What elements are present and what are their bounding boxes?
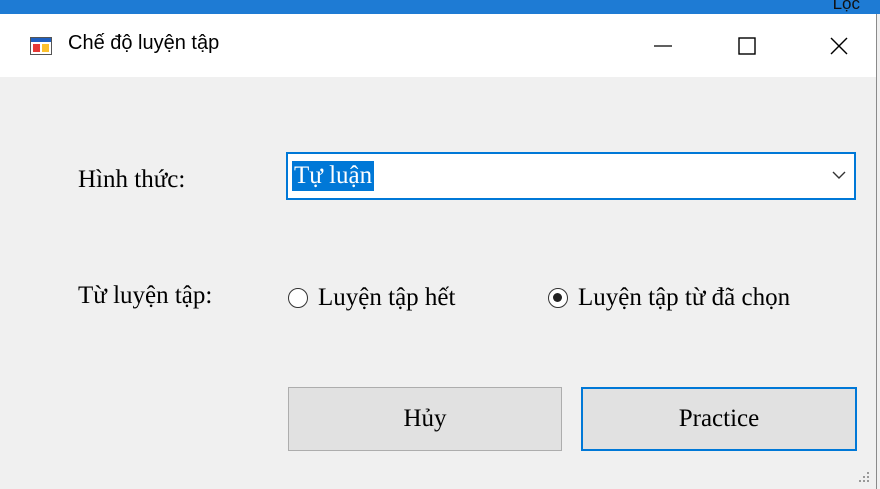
- radio-circle-unchecked[interactable]: [288, 288, 308, 308]
- close-icon: [830, 37, 848, 54]
- radio-label-luyen-tap-tu-da-chon: Luyện tập từ đã chọn: [578, 284, 791, 311]
- background-app-text: Lọc: [832, 0, 860, 13]
- minimize-button[interactable]: [634, 14, 692, 77]
- window-title: Chế độ luyện tập: [68, 32, 220, 54]
- hinhthuc-dropdown[interactable]: Tự luận: [286, 152, 856, 200]
- radio-luyen-tap-tu-da-chon[interactable]: Luyện tập từ đã chọn: [548, 283, 790, 313]
- close-button[interactable]: [810, 14, 868, 77]
- resize-grip-icon[interactable]: [858, 471, 870, 483]
- radio-dot: [553, 293, 562, 302]
- title-bar[interactable]: Chế độ luyện tập: [0, 14, 876, 77]
- radio-label-luyen-tap-het: Luyện tập hết: [318, 284, 456, 311]
- tuluyentap-label: Từ luyện tập:: [78, 282, 213, 309]
- chevron-down-icon: [832, 171, 846, 179]
- background-app-strip: Lọc: [0, 0, 880, 14]
- hinhthuc-selected-value: Tự luận: [292, 161, 375, 191]
- dialog-window: Chế độ luyện tập Hình thức: Tự luận Từ l…: [0, 14, 877, 489]
- maximize-button[interactable]: [718, 14, 776, 77]
- hinhthuc-label: Hình thức:: [78, 166, 186, 193]
- radio-circle-checked[interactable]: [548, 288, 568, 308]
- practice-button[interactable]: Practice: [581, 387, 857, 451]
- maximize-icon: [738, 36, 756, 55]
- minimize-icon: [654, 44, 672, 47]
- app-form-icon: [30, 37, 52, 55]
- cancel-button[interactable]: Hủy: [288, 387, 562, 451]
- radio-luyen-tap-het[interactable]: Luyện tập hết: [288, 283, 455, 313]
